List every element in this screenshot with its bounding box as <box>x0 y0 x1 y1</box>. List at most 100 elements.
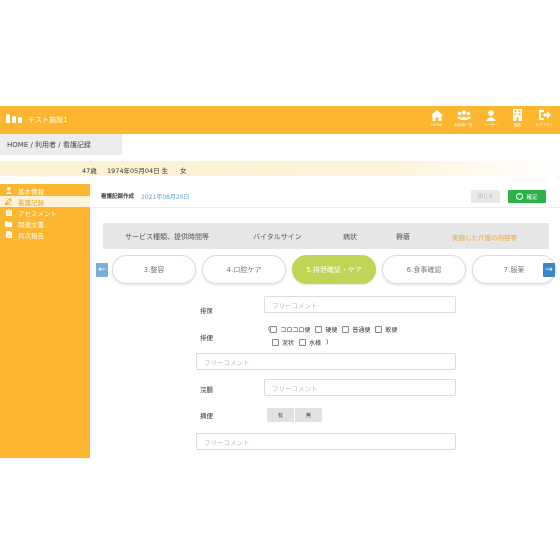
app-window: テスト施設1 HOME 利用者一覧 ユーザー 施設 ログアウト HOME / 利… <box>0 106 560 458</box>
person-icon <box>5 187 12 194</box>
stool-option-watery[interactable]: 水様 <box>299 338 321 347</box>
close-button-label: 閉じる <box>477 194 493 200</box>
section-vitals[interactable]: バイタルサイン <box>253 232 302 242</box>
confirm-button[interactable]: ✓ 確定 <box>508 190 546 203</box>
sidebar-item-assessment[interactable]: アセスメント <box>0 207 90 218</box>
option-label: 硬便 <box>325 327 338 334</box>
tab-grooming[interactable]: 3.整容 <box>112 255 196 284</box>
option-label: コロコロ便 <box>280 327 311 334</box>
sidebar-item-label: 看護記録 <box>18 198 44 207</box>
patient-sex: 女 <box>180 167 187 175</box>
tab-oral-care[interactable]: 4.口腔ケア <box>202 255 286 284</box>
record-date[interactable]: 2021年08月20日 <box>141 192 190 201</box>
enema-comment-input[interactable]: フリーコメント <box>264 379 456 396</box>
checkbox[interactable] <box>270 326 278 333</box>
sidebar-item-label: アセスメント <box>18 209 57 218</box>
user-icon <box>484 109 498 121</box>
arrow-left-icon: ← <box>98 265 106 275</box>
manual-removal-label: 摘便 <box>200 412 213 420</box>
clipboard-icon <box>5 209 12 216</box>
header-bar: テスト施設1 HOME 利用者一覧 ユーザー 施設 ログアウト <box>0 106 560 134</box>
toggle-yes[interactable]: 有 <box>267 408 294 422</box>
record-panel: 看護記録作成 2021年08月20日 閉じる ✓ 確定 サービス種類、提供時間等… <box>92 184 560 458</box>
urine-comment-input[interactable]: フリーコメント <box>264 296 456 313</box>
sidebar-item-related-docs[interactable]: 関連文書 <box>0 218 90 229</box>
nav-facility-label: 施設 <box>513 123 522 127</box>
sidebar: 基本情報 看護記録 アセスメント 関連文書 月次報告 <box>0 184 90 458</box>
paren-close: ) <box>326 339 329 346</box>
top-nav: HOME 利用者一覧 ユーザー 施設 ログアウト <box>423 109 558 128</box>
placeholder-text: フリーコメント <box>204 358 250 367</box>
breadcrumb-text: HOME / 利用者 / 看護記録 <box>7 140 91 149</box>
users-icon <box>456 109 471 121</box>
record-header: 看護記録作成 2021年08月20日 閉じる ✓ 確定 <box>92 184 560 208</box>
section-bar: サービス種類、提供時間等 バイタルサイン 病状 褥瘡 実施した介護の内容等 <box>103 223 549 249</box>
confirm-button-label: 確定 <box>526 194 538 201</box>
close-button[interactable]: 閉じる <box>471 190 500 203</box>
record-title: 看護記録作成 <box>101 194 135 200</box>
nav-logout-label: ログアウト <box>535 123 554 127</box>
nav-user[interactable]: ユーザー <box>477 109 504 128</box>
tab-scroll-right[interactable]: → <box>543 263 555 277</box>
section-pressure-ulcer[interactable]: 褥瘡 <box>396 232 410 242</box>
patient-age: 47歳 <box>82 167 97 175</box>
home-icon <box>430 109 444 121</box>
section-service[interactable]: サービス種類、提供時間等 <box>125 232 209 242</box>
nav-users-list[interactable]: 利用者一覧 <box>450 109 477 128</box>
toggle-no[interactable]: 無 <box>294 408 322 422</box>
breadcrumb[interactable]: HOME / 利用者 / 看護記録 <box>0 134 122 155</box>
tab-meal[interactable]: 6.食事確認 <box>382 255 466 284</box>
option-label: 泥状 <box>282 340 295 347</box>
tab-excretion-care[interactable]: 5.排泄確認・ケア <box>292 255 376 284</box>
manual-removal-comment-input[interactable]: フリーコメント <box>196 433 456 450</box>
nav-logout[interactable]: ログアウト <box>531 109 558 128</box>
urine-label: 排尿 <box>200 307 213 315</box>
patient-info: 47歳 1974年05月04日 生 女 <box>0 161 560 176</box>
sidebar-item-monthly-report[interactable]: 月次報告 <box>0 229 90 240</box>
patient-dob: 1974年05月04日 生 <box>107 167 169 175</box>
building-icon <box>511 109 525 121</box>
checkbox[interactable] <box>272 339 279 346</box>
sidebar-item-nursing-record[interactable]: 看護記録 <box>0 196 90 207</box>
nav-facility[interactable]: 施設 <box>504 109 531 128</box>
option-label: 水様 <box>309 340 322 347</box>
option-label: 普通便 <box>352 327 371 334</box>
manual-removal-toggle: 有 無 <box>267 408 322 422</box>
nav-home[interactable]: HOME <box>423 109 450 128</box>
logo-icon <box>6 113 22 123</box>
stool-options-row2: 泥状 水様 ) <box>272 338 328 347</box>
placeholder-text: フリーコメント <box>272 301 318 310</box>
nav-users-list-label: 利用者一覧 <box>454 123 473 127</box>
stool-option-soft[interactable]: 軟便 <box>375 325 397 334</box>
enema-label: 浣腸 <box>200 386 213 394</box>
confirm-icon: ✓ <box>516 193 524 200</box>
stool-option-normal[interactable]: 普通便 <box>342 325 370 334</box>
sidebar-item-basic-info[interactable]: 基本情報 <box>0 185 90 196</box>
facility-name: テスト施設1 <box>28 116 68 124</box>
stool-options-row1: ( コロコロ便 硬便 普通便 軟便 <box>268 325 402 334</box>
breadcrumb-bar: HOME / 利用者 / 看護記録 <box>0 134 560 155</box>
folder-icon <box>5 220 12 227</box>
logo[interactable]: テスト施設1 <box>6 113 68 124</box>
sidebar-item-label: 月次報告 <box>18 231 44 240</box>
section-care-content[interactable]: 実施した介護の内容等 <box>452 232 517 242</box>
stool-option-hard[interactable]: 硬便 <box>315 325 337 334</box>
sidebar-item-label: 関連文書 <box>18 220 44 229</box>
placeholder-text: フリーコメント <box>272 384 318 393</box>
stool-option-hard-lumpy[interactable]: コロコロ便 <box>270 325 310 334</box>
checkbox[interactable] <box>375 326 383 333</box>
checkbox[interactable] <box>299 339 307 346</box>
tab-scroll-left[interactable]: ← <box>96 263 108 277</box>
checkbox[interactable] <box>315 326 323 333</box>
logout-icon <box>538 109 552 121</box>
checkbox[interactable] <box>342 326 350 333</box>
nav-user-label: ユーザー <box>483 123 498 127</box>
section-condition[interactable]: 病状 <box>343 232 357 242</box>
file-icon <box>5 231 12 238</box>
stool-label: 排便 <box>200 334 213 342</box>
stool-comment-input[interactable]: フリーコメント <box>196 353 456 370</box>
stool-option-muddy[interactable]: 泥状 <box>272 338 294 347</box>
record-icon <box>5 198 12 205</box>
option-label: 軟便 <box>385 327 398 334</box>
placeholder-text: フリーコメント <box>204 438 250 447</box>
